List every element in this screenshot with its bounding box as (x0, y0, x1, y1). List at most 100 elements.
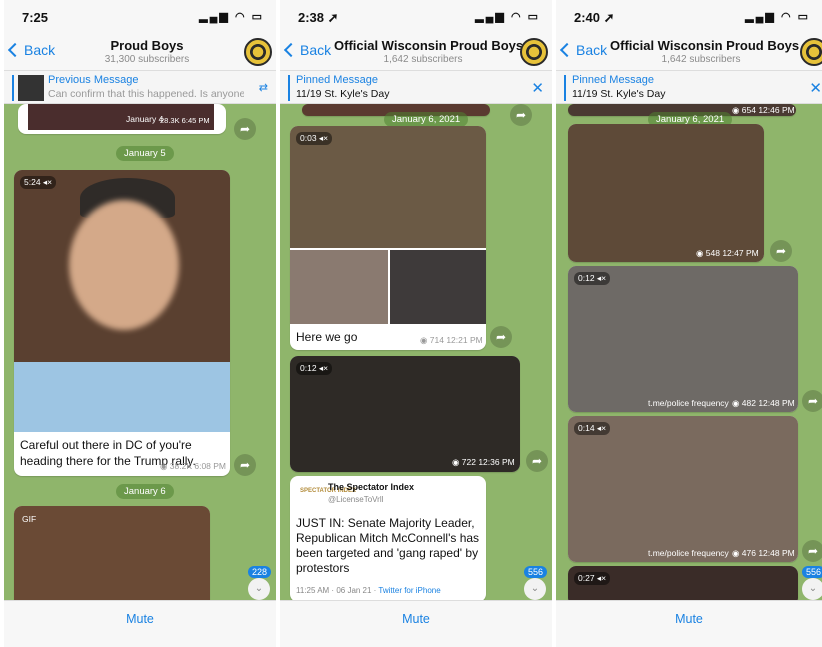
back-label: Back (24, 42, 56, 58)
scroll-down-icon[interactable]: ⌄ (802, 578, 822, 600)
views-time: 482 12:48 PM (741, 398, 795, 408)
message-bubble[interactable]: January 4 28.3K 6:45 PM (18, 104, 226, 134)
subscriber-count: 1,642 subscribers (383, 54, 463, 65)
photo-thumbnail[interactable] (290, 250, 388, 324)
message-meta: ◉ 722 12:36 PM (452, 457, 515, 467)
unread-count-badge: 556 (524, 566, 548, 578)
share-icon[interactable]: ➦ (490, 326, 512, 348)
message-bubble[interactable]: GIF (14, 506, 210, 600)
channel-avatar[interactable] (244, 38, 272, 66)
pinned-bar[interactable]: Pinned Message 11/19 St. Kyle's Day ✕ (280, 70, 552, 104)
mute-button[interactable]: Mute (675, 612, 703, 626)
back-label: Back (576, 42, 608, 58)
tweet-author: The Spectator Index (328, 482, 415, 492)
channel-title: Official Wisconsin Proud Boys (610, 38, 800, 53)
message-bubble[interactable]: 5:24 ◂× Careful out there in DC of you'r… (14, 170, 230, 476)
duration-text: 0:03 (300, 133, 317, 143)
phone-screen-2: 2:38 ➚ ▂▄▆ ◠ ▭ Back Official Wisconsin P… (280, 0, 552, 647)
share-icon[interactable]: ➦ (770, 240, 792, 262)
share-icon[interactable]: ➦ (802, 540, 822, 562)
channel-avatar[interactable] (520, 38, 548, 66)
pinned-list-icon[interactable]: ⇄ (259, 81, 268, 94)
message-caption: Here we go (296, 330, 358, 344)
mute-button[interactable]: Mute (126, 612, 154, 626)
duration-text: 0:27 (578, 573, 595, 583)
pinned-accent-bar (564, 75, 566, 101)
video-thumbnail[interactable] (568, 124, 764, 262)
pinned-thumbnail (18, 75, 44, 101)
location-arrow-icon: ➚ (603, 10, 615, 25)
chat-area[interactable]: ➦ January 6, 2021 0:03 ◂× Here we go ◉ 7… (280, 104, 552, 600)
message-meta: ◉ 482 12:48 PM (732, 398, 795, 408)
duration-text: 0:12 (578, 273, 595, 283)
phone-screen-1: 7:25 ▂▄▆ ◠ ▭ Back Proud Boys 31,300 subs… (4, 0, 276, 647)
channel-title: Proud Boys (110, 38, 184, 53)
chat-area[interactable]: ◉ 654 12:46 PM January 6, 2021 ◉ 548 12:… (556, 104, 822, 600)
tweet-preview[interactable]: SPECTATOR INDEX The Spectator Index @Lic… (290, 476, 486, 600)
back-button[interactable]: Back (283, 42, 332, 58)
video-thumbnail[interactable] (568, 416, 798, 562)
video-thumbnail[interactable] (568, 266, 798, 412)
video-thumbnail[interactable] (14, 170, 230, 432)
pinned-label: Pinned Message (296, 74, 378, 86)
message-meta: ◉ 654 12:46 PM (732, 105, 795, 115)
channel-avatar[interactable] (800, 38, 822, 66)
signal-wifi-battery-icon: ▂▄▆ ◠ ▭ (199, 11, 264, 23)
chevron-left-icon (7, 42, 23, 58)
views-time: 722 12:36 PM (461, 457, 515, 467)
nav-bar: Back Official Wisconsin Proud Boys 1,642… (556, 32, 822, 70)
pinned-bar[interactable]: Previous Message Can confirm that this h… (4, 70, 276, 104)
tweet-source-link[interactable]: Twitter for iPhone (378, 586, 440, 595)
gif-label: GIF (22, 514, 37, 524)
scroll-down-icon[interactable]: ⌄ (248, 578, 270, 600)
close-icon[interactable]: ✕ (531, 79, 544, 97)
gif-thumbnail[interactable] (14, 506, 210, 600)
bottom-bar: Mute (556, 600, 822, 647)
mute-button[interactable]: Mute (402, 612, 430, 626)
message-bubble[interactable]: 0:12 ◂× ◉ 722 12:36 PM (290, 356, 520, 472)
views-time: 476 12:48 PM (741, 548, 795, 558)
photo-thumbnail[interactable] (390, 250, 486, 324)
close-icon[interactable]: ✕ (809, 79, 822, 97)
views-time: 38.2K 6:08 PM (169, 461, 227, 471)
status-time: 7:25 (22, 10, 49, 25)
duration-text: 0:12 (300, 363, 317, 373)
back-label: Back (300, 42, 332, 58)
message-bubble[interactable]: 0:03 ◂× Here we go ◉ 714 12:21 PM (290, 126, 486, 350)
message-bubble[interactable]: 0:27 ◂× (568, 566, 798, 600)
video-watermark: t.me/police frequency (648, 398, 729, 408)
share-icon[interactable]: ➦ (526, 450, 548, 472)
views-time: 548 12:47 PM (705, 248, 759, 258)
scroll-down-icon[interactable]: ⌄ (524, 578, 546, 600)
video-duration: 0:03 ◂× (296, 132, 333, 145)
video-watermark: t.me/police frequency (648, 548, 729, 558)
duration-text: 0:14 (578, 423, 595, 433)
message-bubble[interactable]: 0:14 ◂× t.me/police frequency ◉ 476 12:4… (568, 416, 798, 562)
nav-bar: Back Proud Boys 31,300 subscribers (4, 32, 276, 70)
duration-text: 5:24 (24, 177, 41, 187)
views-time: 654 12:46 PM (741, 105, 795, 115)
status-time: 2:40 ➚ (574, 10, 615, 26)
message-bubble[interactable]: 0:12 ◂× t.me/police frequency ◉ 482 12:4… (568, 266, 798, 412)
status-bar: 2:38 ➚ ▂▄▆ ◠ ▭ (280, 0, 552, 32)
back-button[interactable]: Back (559, 42, 608, 58)
pinned-bar[interactable]: Pinned Message 11/19 St. Kyle's Day ✕ (556, 70, 822, 104)
pinned-label: Pinned Message (572, 74, 654, 86)
views-time: 714 12:21 PM (429, 335, 483, 345)
subscriber-count: 1,642 subscribers (661, 54, 741, 65)
back-button[interactable]: Back (7, 42, 56, 58)
share-icon[interactable]: ➦ (234, 454, 256, 476)
share-icon[interactable]: ➦ (234, 118, 256, 140)
blurred-face (69, 200, 179, 330)
channel-title: Official Wisconsin Proud Boys (334, 38, 524, 53)
share-icon[interactable]: ➦ (802, 390, 822, 412)
video-duration: 5:24 ◂× (20, 176, 57, 189)
subscriber-count: 31,300 subscribers (104, 54, 190, 65)
message-bubble[interactable]: ◉ 548 12:47 PM (568, 124, 764, 262)
pinned-accent-bar (288, 75, 290, 101)
tweet-text: JUST IN: Senate Majority Leader, Republi… (296, 516, 480, 575)
bottom-bar: Mute (280, 600, 552, 647)
signal-wifi-battery-icon: ▂▄▆ ◠ ▭ (745, 11, 810, 23)
chat-area[interactable]: January 4 28.3K 6:45 PM ➦ January 5 5:24… (4, 104, 276, 600)
share-icon[interactable]: ➦ (510, 104, 532, 126)
